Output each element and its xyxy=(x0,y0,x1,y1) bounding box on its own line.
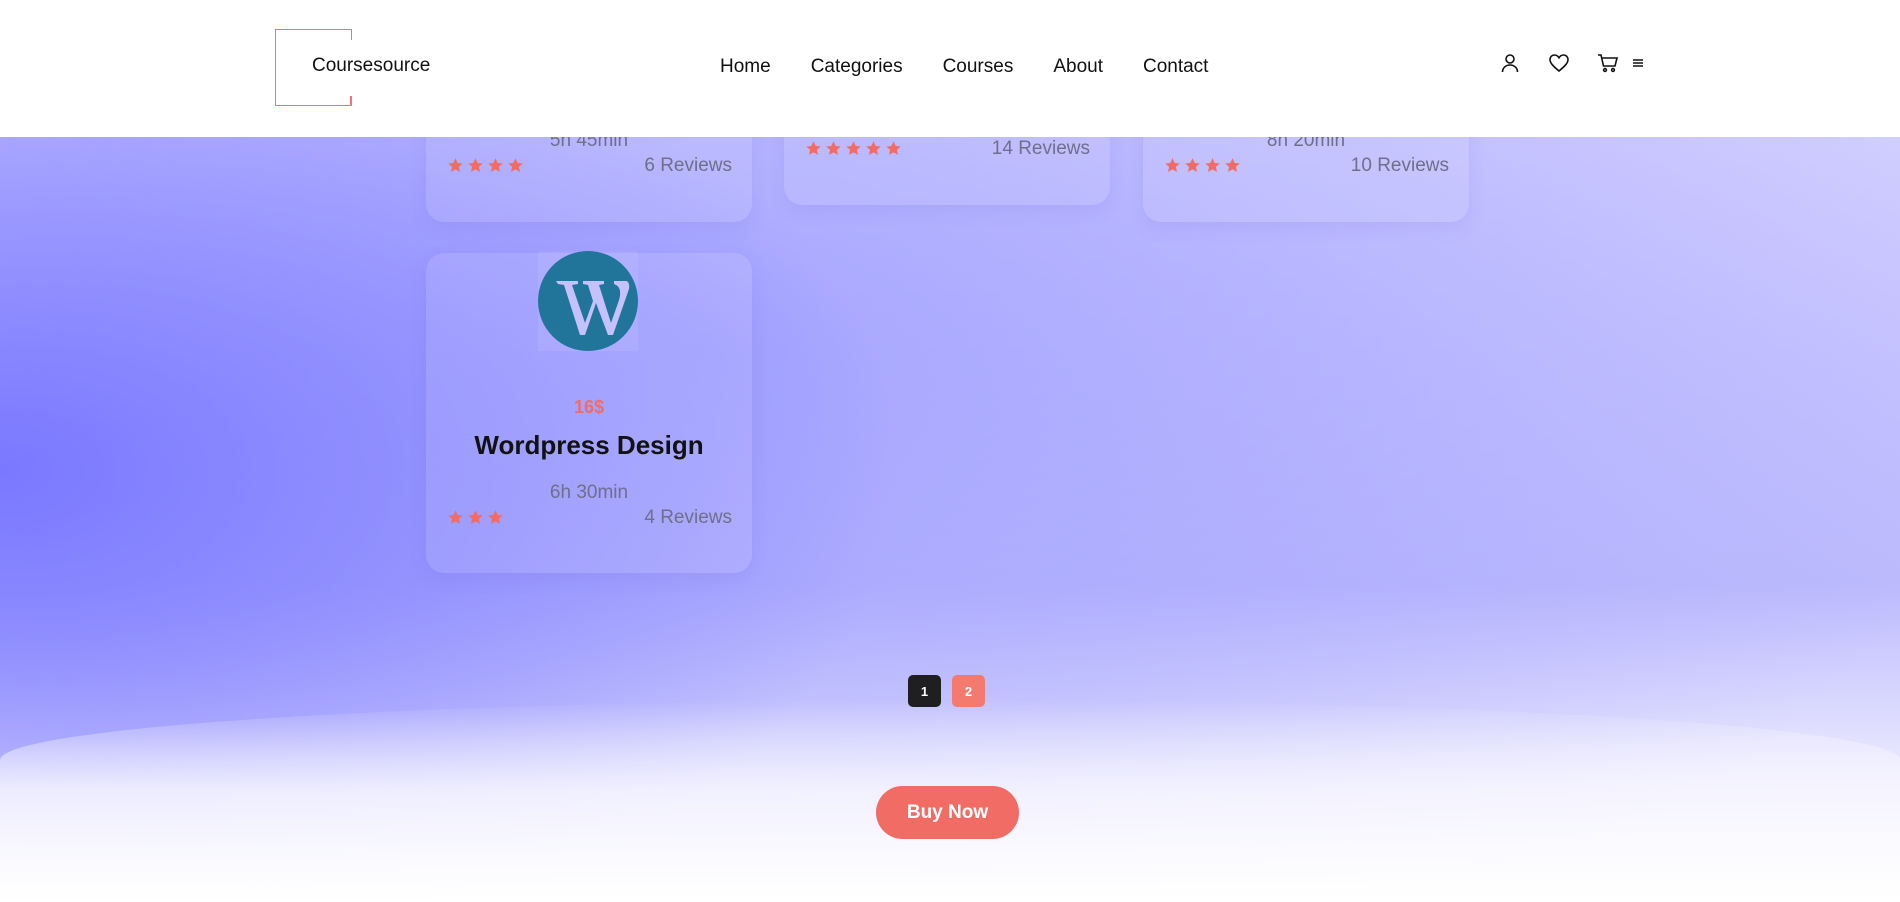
star-icon xyxy=(866,141,881,155)
star-icon xyxy=(1205,158,1220,172)
main-nav: Home Categories Courses About Contact xyxy=(720,56,1208,78)
star-icon xyxy=(488,510,503,524)
course-reviews: 10 Reviews xyxy=(1350,155,1449,176)
star-icon xyxy=(448,158,463,172)
user-icon[interactable] xyxy=(1499,52,1521,74)
page-1-button[interactable]: 1 xyxy=(908,675,941,707)
logo-text[interactable]: Coursesource xyxy=(312,55,430,77)
star-icon xyxy=(1185,158,1200,172)
course-reviews: 6 Reviews xyxy=(644,155,732,176)
menu-icon[interactable] xyxy=(1627,52,1649,74)
cart-icon[interactable] xyxy=(1597,52,1619,74)
star-icon xyxy=(468,510,483,524)
course-reviews: 4 Reviews xyxy=(644,507,732,528)
star-icon xyxy=(448,510,463,524)
header-icons xyxy=(1499,52,1649,74)
course-reviews: 14 Reviews xyxy=(991,138,1090,159)
star-icon xyxy=(508,158,523,172)
heart-icon[interactable] xyxy=(1548,52,1570,74)
logo-tick xyxy=(350,96,352,106)
rating-stars xyxy=(447,157,524,174)
star-icon xyxy=(468,158,483,172)
course-price: 16$ xyxy=(573,397,605,417)
course-card[interactable]: 16$ Wordpress Design 6h 30min 4 Reviews xyxy=(426,251,752,573)
nav-courses[interactable]: Courses xyxy=(943,56,1014,78)
site-header: Coursesource Home Categories Courses Abo… xyxy=(0,0,1900,137)
star-icon xyxy=(826,141,841,155)
star-icon xyxy=(886,141,901,155)
star-icon xyxy=(1165,158,1180,172)
nav-contact[interactable]: Contact xyxy=(1143,56,1208,78)
course-duration: 6h 30min xyxy=(549,482,629,503)
rating-stars xyxy=(1164,157,1241,174)
star-icon xyxy=(488,158,503,172)
pagination: 1 2 xyxy=(908,675,985,707)
star-icon xyxy=(846,141,861,155)
wordpress-icon xyxy=(538,251,638,351)
nav-about[interactable]: About xyxy=(1053,56,1103,78)
course-title[interactable]: Wordpress Design xyxy=(426,430,752,461)
nav-categories[interactable]: Categories xyxy=(811,56,903,78)
rating-stars xyxy=(447,509,504,526)
star-icon xyxy=(1225,158,1240,172)
star-icon xyxy=(806,141,821,155)
nav-home[interactable]: Home xyxy=(720,56,771,78)
buy-now-button[interactable]: Buy Now xyxy=(876,786,1019,839)
page-2-button[interactable]: 2 xyxy=(952,675,985,707)
rating-stars xyxy=(805,140,902,157)
